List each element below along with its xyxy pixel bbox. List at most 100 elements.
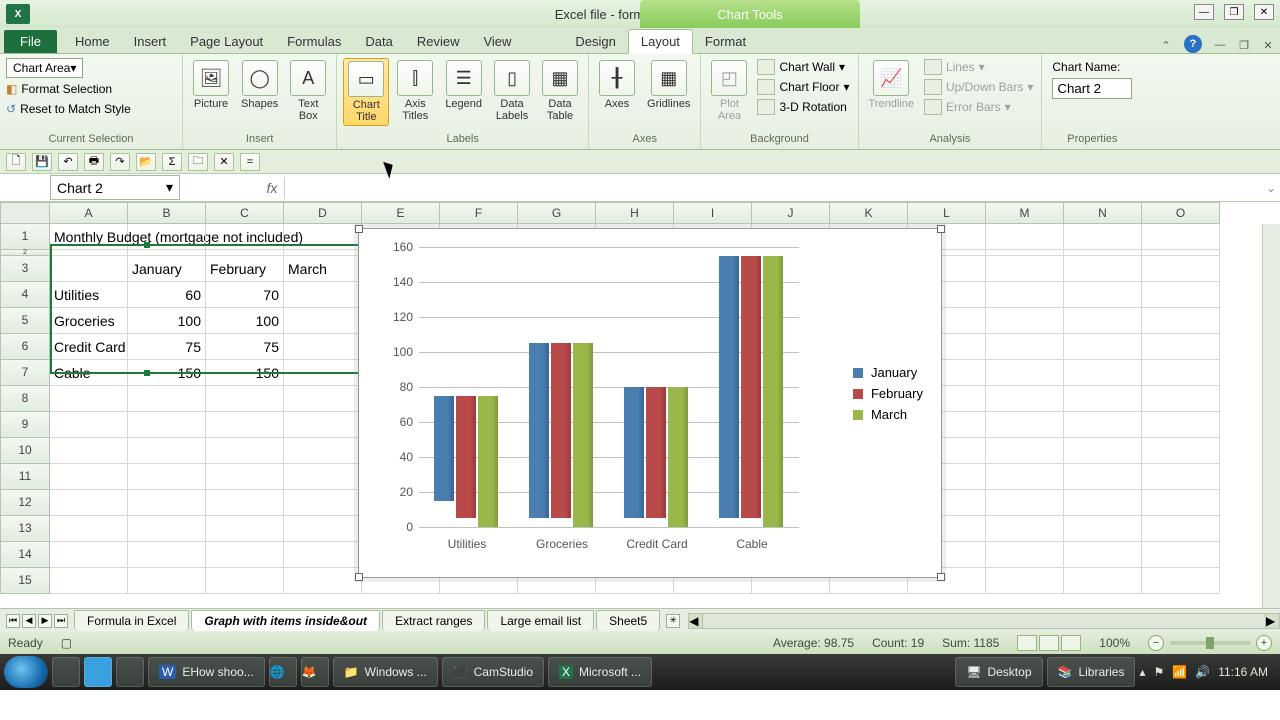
row-header[interactable]: 9	[0, 412, 50, 438]
column-header[interactable]: O	[1142, 202, 1220, 224]
lines-button[interactable]: Lines ▾	[922, 58, 1035, 76]
cell[interactable]	[1064, 360, 1142, 386]
cell[interactable]	[206, 516, 284, 542]
chart-resize-handle[interactable]	[937, 573, 945, 581]
cell[interactable]	[128, 464, 206, 490]
cell[interactable]	[206, 224, 284, 250]
sum-icon[interactable]: Σ	[162, 153, 182, 171]
updown-bars-button[interactable]: Up/Down Bars ▾	[922, 78, 1035, 96]
shapes-button[interactable]: ◯Shapes	[237, 58, 282, 112]
cell[interactable]	[1142, 256, 1220, 282]
scroll-left-icon[interactable]: ◀	[689, 614, 703, 628]
cell[interactable]	[128, 224, 206, 250]
zoom-in-icon[interactable]: +	[1256, 635, 1272, 651]
cell[interactable]: March	[284, 256, 362, 282]
window-min-icon[interactable]: —	[1212, 37, 1228, 53]
cell[interactable]	[1064, 386, 1142, 412]
open-icon[interactable]: 📂	[136, 153, 156, 171]
cell[interactable]	[986, 386, 1064, 412]
cell[interactable]	[50, 464, 128, 490]
equals-icon[interactable]: =	[240, 153, 260, 171]
cell[interactable]	[128, 490, 206, 516]
gridlines-button[interactable]: ▦Gridlines	[643, 58, 694, 112]
cell[interactable]	[206, 412, 284, 438]
cell[interactable]	[1142, 360, 1220, 386]
column-header[interactable]: J	[752, 202, 830, 224]
chart-bar[interactable]	[763, 256, 783, 527]
format-selection-button[interactable]: ◧Format Selection	[6, 80, 112, 98]
cell[interactable]: Monthly Budget (mortgage not included)	[50, 224, 128, 250]
cell[interactable]	[284, 464, 362, 490]
cell[interactable]	[1064, 256, 1142, 282]
cell[interactable]	[1142, 412, 1220, 438]
cell[interactable]	[128, 386, 206, 412]
cell[interactable]	[50, 568, 128, 594]
legend-entry[interactable]: January	[853, 365, 923, 380]
normal-view-icon[interactable]	[1017, 635, 1037, 651]
cell[interactable]	[1142, 438, 1220, 464]
taskbar-item-explorer[interactable]: 📁Windows ...	[333, 657, 438, 687]
cell[interactable]	[986, 224, 1064, 250]
row-header[interactable]: 6	[0, 334, 50, 360]
page-layout-view-icon[interactable]	[1039, 635, 1059, 651]
next-sheet-icon[interactable]: ▶	[38, 614, 52, 628]
start-button[interactable]	[4, 656, 48, 688]
delete-icon[interactable]: ✕	[214, 153, 234, 171]
cell[interactable]	[284, 386, 362, 412]
worksheet-grid[interactable]: 123456789101112131415 ABCDEFGHIJKLMNO Mo…	[0, 202, 1280, 608]
window-close-icon[interactable]: ✕	[1260, 37, 1276, 53]
chart-title-button[interactable]: ▭Chart Title	[343, 58, 389, 126]
expand-formula-icon[interactable]: ⌄	[1262, 181, 1280, 195]
cell[interactable]: 70	[206, 282, 284, 308]
cell[interactable]: 100	[128, 308, 206, 334]
row-header[interactable]: 7	[0, 360, 50, 386]
sheet-tab[interactable]: Formula in Excel	[74, 610, 189, 631]
chart-bar[interactable]	[624, 387, 644, 518]
legend-entry[interactable]: February	[853, 386, 923, 401]
window-restore-icon[interactable]: ❐	[1236, 37, 1252, 53]
cell[interactable]	[1064, 516, 1142, 542]
column-header[interactable]: F	[440, 202, 518, 224]
cell[interactable]: Utilities	[50, 282, 128, 308]
network-icon[interactable]: 📶	[1172, 665, 1187, 679]
data-labels-button[interactable]: ▯Data Labels	[490, 58, 534, 124]
cell[interactable]	[1064, 438, 1142, 464]
cell[interactable]	[284, 438, 362, 464]
cell[interactable]	[1064, 568, 1142, 594]
cell[interactable]	[1064, 282, 1142, 308]
chart-bar[interactable]	[668, 387, 688, 527]
tab-data[interactable]: Data	[353, 30, 404, 53]
tab-insert[interactable]: Insert	[122, 30, 179, 53]
cell[interactable]	[284, 516, 362, 542]
column-header[interactable]: H	[596, 202, 674, 224]
redo-icon[interactable]: ↷	[110, 153, 130, 171]
cell[interactable]	[1142, 308, 1220, 334]
column-header[interactable]: I	[674, 202, 752, 224]
axes-button[interactable]: ╂Axes	[595, 58, 639, 112]
cell[interactable]	[1142, 568, 1220, 594]
cell[interactable]	[986, 542, 1064, 568]
column-header[interactable]: N	[1064, 202, 1142, 224]
tab-page-layout[interactable]: Page Layout	[178, 30, 275, 53]
sheet-tab[interactable]: Extract ranges	[382, 610, 485, 631]
tab-home[interactable]: Home	[63, 30, 122, 53]
cell[interactable]	[284, 360, 362, 386]
3d-rotation-button[interactable]: 3-D Rotation	[755, 98, 851, 116]
taskbar-item-desktop[interactable]: 🖥Desktop	[955, 657, 1042, 687]
legend-entry[interactable]: March	[853, 407, 923, 422]
cell[interactable]	[206, 386, 284, 412]
chart-plot-area[interactable]: 020406080100120140160UtilitiesGroceriesC…	[419, 247, 799, 527]
tab-format[interactable]: Format	[693, 30, 758, 53]
chart-name-input[interactable]	[1052, 78, 1132, 99]
minimize-button[interactable]: —	[1194, 4, 1214, 20]
row-header[interactable]: 14	[0, 542, 50, 568]
text-box-button[interactable]: AText Box	[286, 58, 330, 124]
tab-layout[interactable]: Layout	[628, 29, 693, 54]
volume-icon[interactable]: 🔊	[1195, 665, 1210, 679]
cell[interactable]	[50, 256, 128, 282]
column-header[interactable]: K	[830, 202, 908, 224]
cell[interactable]: 75	[206, 334, 284, 360]
folder-icon[interactable]: 🗀	[188, 153, 208, 171]
cell[interactable]	[284, 542, 362, 568]
row-header[interactable]: 5	[0, 308, 50, 334]
